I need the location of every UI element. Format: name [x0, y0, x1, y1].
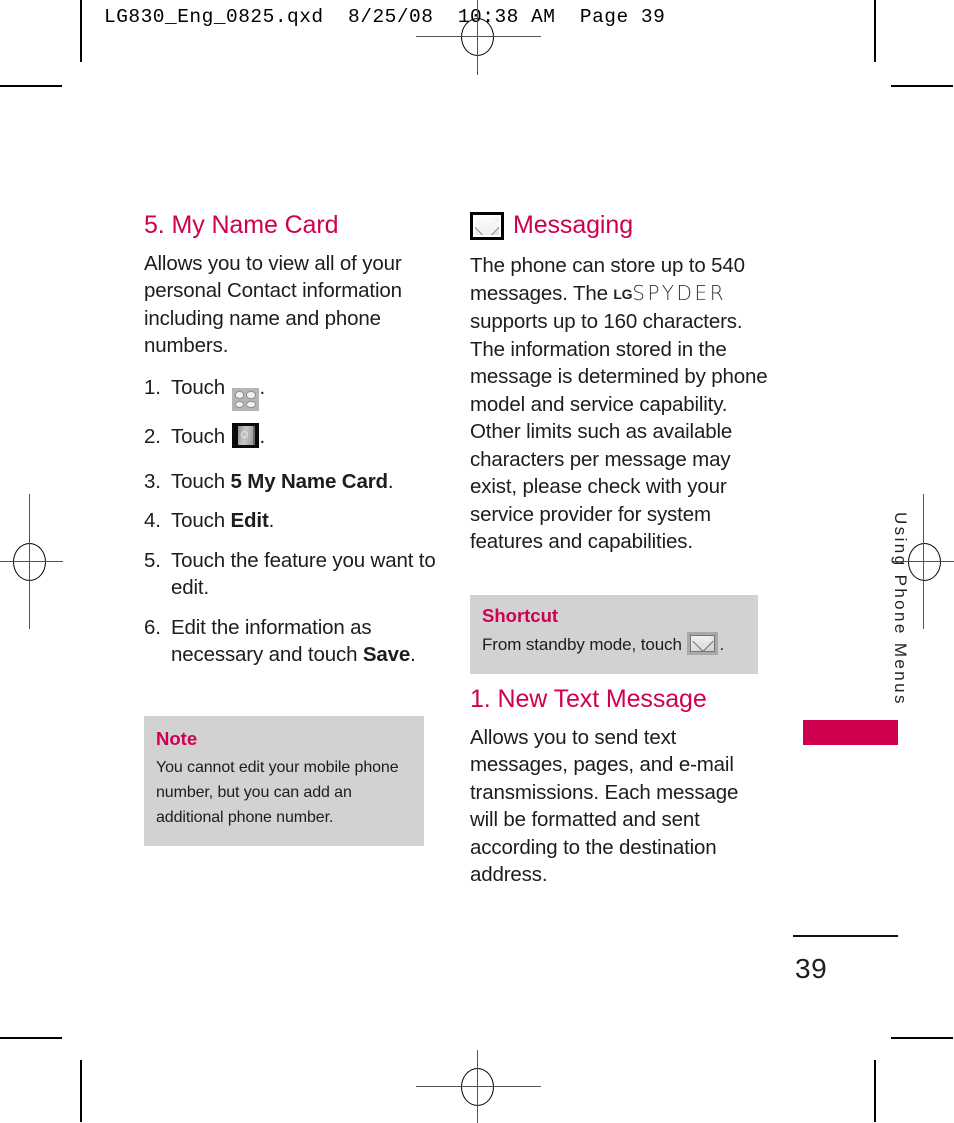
- lg-wordmark: LG: [613, 285, 633, 302]
- step-text-post: .: [259, 425, 266, 448]
- list-item: 3. Touch 5 My Name Card.: [144, 468, 444, 496]
- step-text-post: .: [259, 375, 266, 399]
- step-text: Edit the information as necessary and to…: [171, 615, 372, 667]
- note-title: Note: [156, 728, 198, 749]
- shortcut-body-post: .: [719, 635, 725, 655]
- right-column: Messaging The phone can store up to 540 …: [470, 212, 770, 570]
- step-number: 6.: [144, 615, 161, 639]
- folio-rule: [793, 935, 898, 937]
- step-text-post: .: [410, 643, 416, 666]
- left-column: 5. My Name Card Allows you to view all o…: [144, 211, 444, 681]
- shortcut-title: Shortcut: [482, 605, 559, 626]
- note-body: You cannot edit your mobile phone number…: [156, 759, 399, 827]
- messaging-intro-part2: supports up to 160 characters. The infor…: [470, 310, 768, 553]
- list-item: 2. Touch .: [144, 423, 444, 456]
- contacts-book-icon: [231, 423, 259, 456]
- note-callout: Note You cannot edit your mobile phone n…: [144, 716, 424, 847]
- new-text-message-section: 1. New Text Message Allows you to send t…: [470, 685, 770, 903]
- step-text: Touch: [171, 375, 231, 399]
- step-text: Touch the feature you want to edit.: [171, 548, 436, 600]
- new-text-message-body: Allows you to send text messages, pages,…: [470, 725, 739, 887]
- step-emphasis: Edit: [230, 509, 269, 532]
- step-number: 4.: [144, 509, 161, 532]
- step-text-post: .: [268, 509, 275, 532]
- page-number: 39: [795, 953, 828, 984]
- step-text: Touch: [171, 469, 231, 493]
- step-number: 5.: [144, 548, 161, 572]
- step-number: 1.: [144, 375, 161, 399]
- step-text: Touch: [171, 425, 231, 448]
- spyder-wordmark: SPYDER: [632, 280, 727, 305]
- list-item: 4. Touch Edit.: [144, 507, 444, 535]
- my-name-card-intro: Allows you to view all of your personal …: [144, 251, 402, 358]
- step-number: 2.: [144, 425, 161, 448]
- menu-grid-icon: [231, 379, 259, 411]
- envelope-icon: [470, 212, 504, 240]
- manual-page: 5. My Name Card Allows you to view all o…: [0, 0, 954, 1123]
- step-text: Touch: [171, 509, 231, 532]
- list-item: 1. Touch .: [144, 374, 444, 411]
- step-emphasis: 5 My Name Card: [230, 469, 389, 493]
- list-item: 6. Edit the information as necessary and …: [144, 614, 444, 669]
- my-name-card-steps: 1. Touch . 2. Touch . 3. Touch 5 My Name Ca…: [144, 374, 444, 669]
- page-title-messaging: Messaging: [470, 212, 770, 240]
- step-emphasis: Save: [362, 643, 411, 666]
- page-title-my-name-card: 5. My Name Card: [144, 211, 339, 239]
- list-item: 5. Touch the feature you want to edit.: [144, 547, 444, 602]
- side-tab-block: [803, 720, 898, 745]
- step-number: 3.: [144, 469, 161, 493]
- side-tab-label: Using Phone Menus: [891, 512, 910, 706]
- step-text-post: .: [387, 469, 394, 493]
- shortcut-body-pre: From standby mode, touch: [482, 635, 687, 655]
- messaging-intro: The phone can store up to 540 messages. …: [470, 252, 770, 556]
- subsection-title-new-text-message: 1. New Text Message: [470, 685, 707, 713]
- envelope-icon: [687, 632, 719, 662]
- shortcut-body: From standby mode, touch .: [482, 632, 746, 662]
- messaging-heading-label: Messaging: [513, 211, 633, 240]
- shortcut-callout: Shortcut From standby mode, touch .: [470, 595, 758, 675]
